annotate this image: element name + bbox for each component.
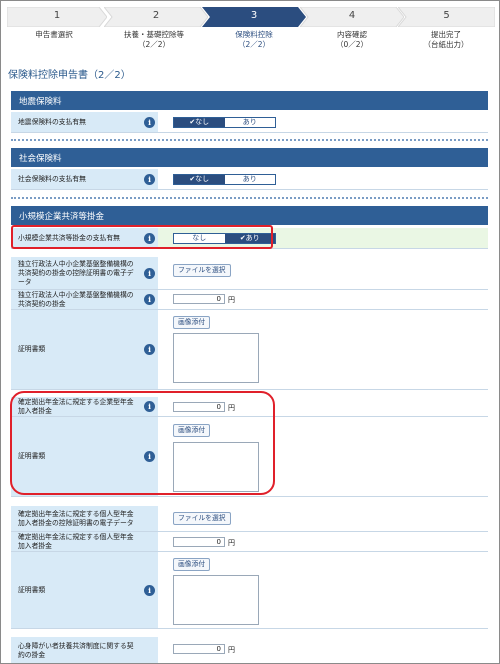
toggle-option-none[interactable]: ✔なし <box>174 118 225 127</box>
kyosai-amount-row: 独立行政法人中小企業基盤整備機構の共済契約の掛金 i 0 円 <box>11 290 488 310</box>
step-3-caption: 保険料控除 （2／2） <box>235 30 273 49</box>
section-earthquake-header: 地震保険料 <box>11 91 488 110</box>
divider <box>11 197 488 199</box>
step-5: 5 <box>398 7 495 27</box>
info-icon[interactable]: i <box>144 174 155 185</box>
toggle-option-yes[interactable]: あり <box>225 175 276 184</box>
step-1-number: 1 <box>53 10 61 21</box>
info-icon[interactable]: i <box>144 268 155 279</box>
image-attach-button[interactable]: 画像添付 <box>173 316 211 329</box>
kyosai-cert-row: 証明書類 i 画像添付 <box>11 310 488 390</box>
indiv-cert-row: 証明書類 i 画像添付 <box>11 552 488 629</box>
step-1-caption: 申告書選択 <box>35 30 73 39</box>
step-4: 4 <box>300 7 404 27</box>
indiv-dc-input[interactable]: 0 <box>173 537 225 547</box>
info-icon[interactable]: i <box>144 294 155 305</box>
step-3: 3 <box>202 7 306 27</box>
indiv-edata-label: 確定拠出年金法に規定する個人型年金加入者掛金の控除証明書の電子データ <box>11 506 158 531</box>
annotation-highlight <box>11 225 273 249</box>
step-4-caption: 内容確認 （0／2） <box>335 30 369 49</box>
earthquake-pay-label: 地震保険料の支払有無 <box>11 112 158 132</box>
toggle-option-yes[interactable]: あり <box>225 118 276 127</box>
kyosai-amount-input[interactable]: 0 <box>173 294 225 304</box>
divider <box>11 139 488 141</box>
file-select-button[interactable]: ファイルを選択 <box>173 264 231 277</box>
app-frame: 1 2 3 4 5 申告書選択 扶養・基礎控除等 （2／2） 保険料控除 （2／2）… <box>0 0 500 664</box>
step-2: 2 <box>104 7 208 27</box>
step-5-number: 5 <box>443 10 450 21</box>
toggle-option-none[interactable]: ✔なし <box>174 175 225 184</box>
disability-label: 心身障がい者扶養共済制度に関する契約の掛金 <box>11 637 158 663</box>
yen-unit: 円 <box>228 539 235 547</box>
image-preview-box[interactable] <box>173 333 259 383</box>
yen-unit: 円 <box>228 296 235 304</box>
disability-row: 心身障がい者扶養共済制度に関する契約の掛金 0 円 <box>11 637 488 663</box>
info-icon[interactable]: i <box>144 585 155 596</box>
page-title: 保険料控除申告書（2／2） <box>8 70 131 81</box>
progress-stepper: 1 2 3 4 5 <box>7 7 495 27</box>
earthquake-pay-toggle[interactable]: ✔なし あり <box>173 117 276 128</box>
annotation-highlight <box>10 391 275 495</box>
info-icon[interactable]: i <box>144 117 155 128</box>
step-2-caption: 扶養・基礎控除等 （2／2） <box>124 30 184 49</box>
step-4-number: 4 <box>348 10 356 21</box>
file-select-button[interactable]: ファイルを選択 <box>173 512 231 525</box>
kyosai-amount-label: 独立行政法人中小企業基盤整備機構の共済契約の掛金 <box>11 290 158 309</box>
image-attach-button[interactable]: 画像添付 <box>173 558 211 571</box>
kyosai-edata-row: 独立行政法人中小企業基盤整備機構の共済契約の掛金の控除証明書の電子データ i フ… <box>11 257 488 290</box>
earthquake-pay-row: 地震保険料の支払有無 i ✔なし あり <box>11 112 488 133</box>
social-pay-toggle[interactable]: ✔なし あり <box>173 174 276 185</box>
step-1: 1 <box>7 7 107 27</box>
section-social-header: 社会保険料 <box>11 148 488 167</box>
kyosai-edata-label: 独立行政法人中小企業基盤整備機構の共済契約の掛金の控除証明書の電子データ <box>11 257 158 289</box>
step-2-number: 2 <box>152 10 160 21</box>
kyosai-cert-label: 証明書類 <box>11 310 158 389</box>
step-5-caption: 提出完了 （台紙出力） <box>423 30 469 49</box>
disability-input[interactable]: 0 <box>173 644 225 654</box>
social-pay-row: 社会保険料の支払有無 i ✔なし あり <box>11 169 488 190</box>
social-pay-label: 社会保険料の支払有無 <box>11 169 158 189</box>
step-3-number: 3 <box>250 10 258 21</box>
indiv-cert-label: 証明書類 <box>11 552 158 628</box>
image-preview-box[interactable] <box>173 575 259 625</box>
yen-unit: 円 <box>228 646 235 654</box>
indiv-edata-row: 確定拠出年金法に規定する個人型年金加入者掛金の控除証明書の電子データ ファイルを… <box>11 506 488 532</box>
section-small-biz-header: 小規模企業共済等掛金 <box>11 206 488 225</box>
indiv-dc-row: 確定拠出年金法に規定する個人型年金加入者掛金 0 円 <box>11 532 488 552</box>
indiv-dc-label: 確定拠出年金法に規定する個人型年金加入者掛金 <box>11 532 158 551</box>
info-icon[interactable]: i <box>144 344 155 355</box>
